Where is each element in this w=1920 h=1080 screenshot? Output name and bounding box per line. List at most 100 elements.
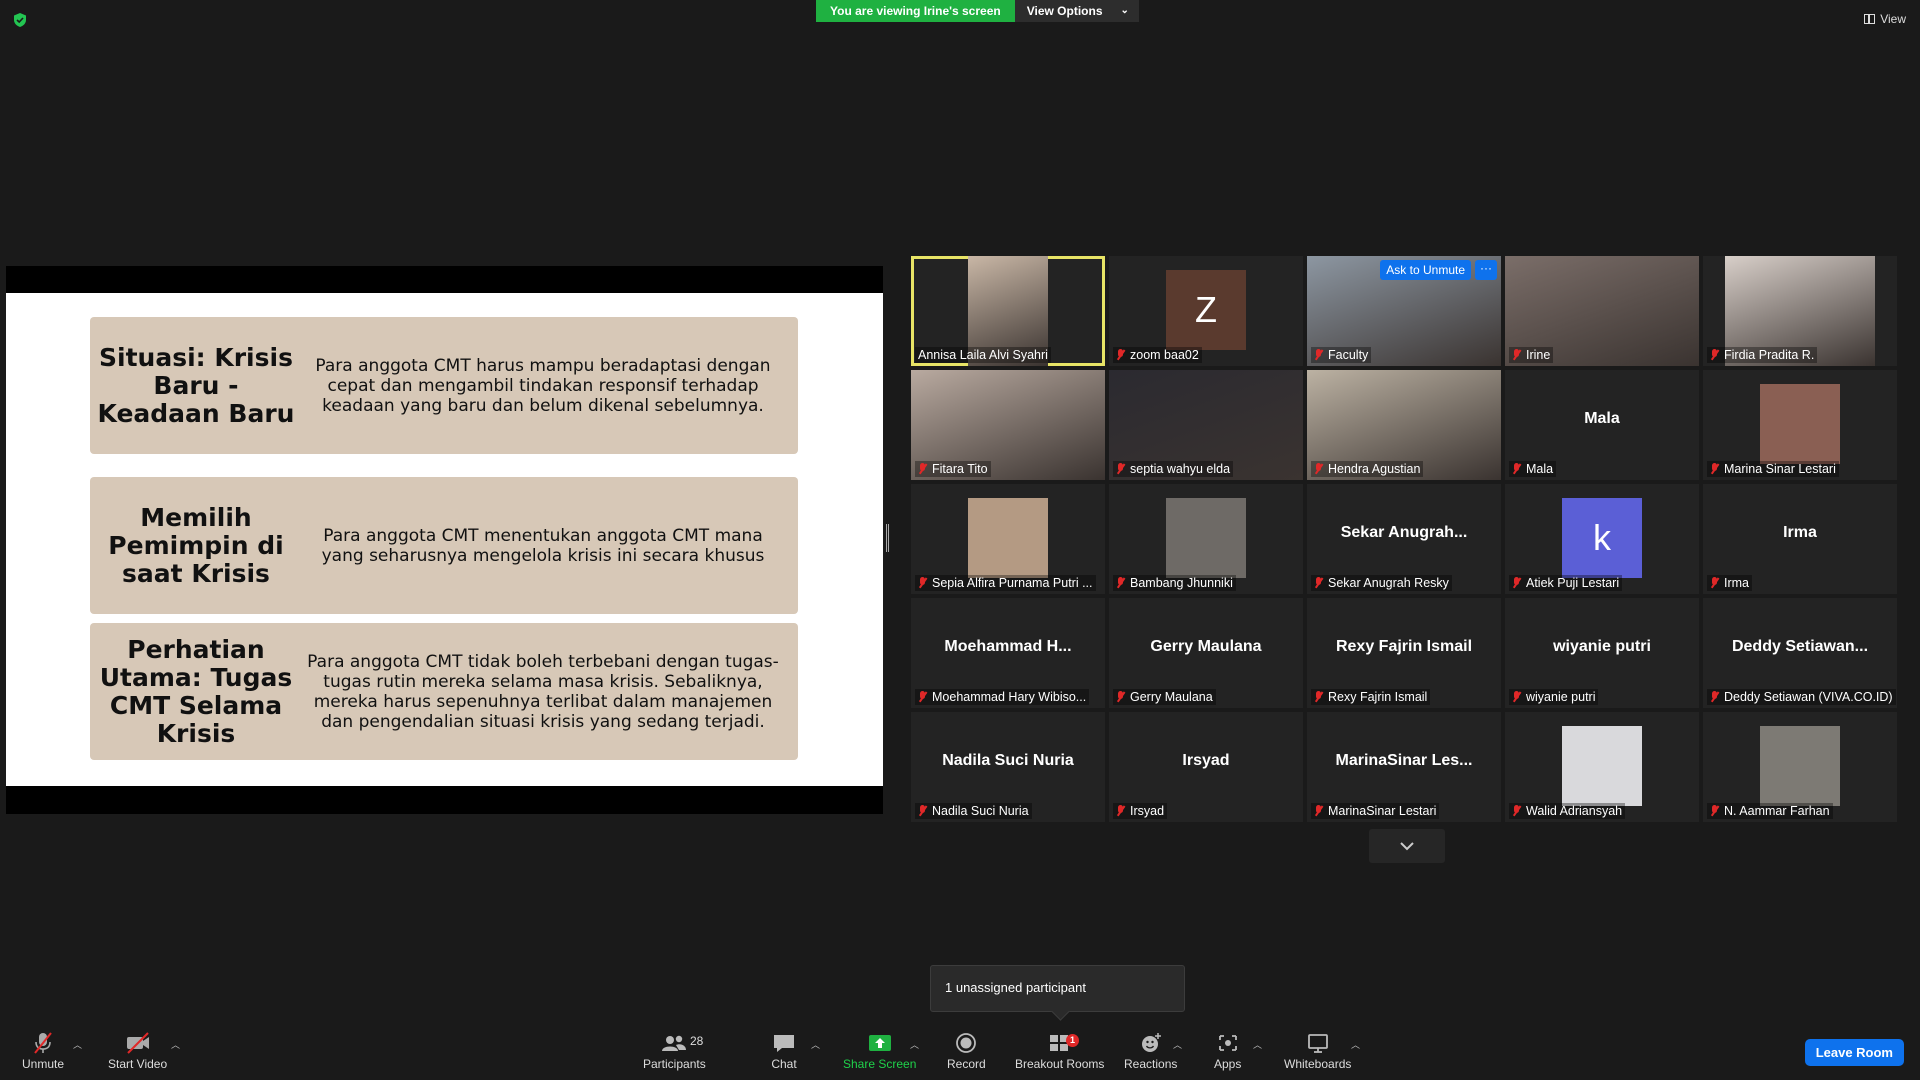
participant-display-name: Rexy Fajrin Ismail xyxy=(1335,638,1473,655)
participant-tile[interactable]: Mala Mala xyxy=(1505,370,1699,480)
participant-name-label: Deddy Setiawan (VIVA.CO.ID) xyxy=(1707,689,1896,705)
participant-name: Firdia Pradita R. xyxy=(1724,348,1815,362)
participant-name: Rexy Fajrin Ismail xyxy=(1328,690,1428,704)
video-camera-off-icon xyxy=(126,1032,149,1054)
gallery-next-page-button[interactable] xyxy=(1369,829,1445,863)
unassigned-participant-tooltip: 1 unassigned participant xyxy=(930,965,1185,1012)
gallery-view-icon xyxy=(1864,14,1876,24)
participant-name: Mala xyxy=(1526,462,1554,476)
view-options-button[interactable]: View Options ⌄ xyxy=(1014,0,1139,22)
participant-name: Sepia Alfira Purnama Putri ... xyxy=(932,576,1093,590)
participant-tile[interactable]: Annisa Laila Alvi Syahri xyxy=(911,256,1105,366)
microphone-muted-icon xyxy=(1710,691,1719,703)
participant-tile[interactable]: Walid Adriansyah xyxy=(1505,712,1699,822)
chevron-down-icon xyxy=(1400,842,1414,851)
participant-tile[interactable]: Gerry Maulana Gerry Maulana xyxy=(1109,598,1303,708)
microphone-muted-icon xyxy=(918,463,927,475)
participant-name: Gerry Maulana xyxy=(1130,690,1213,704)
microphone-muted-icon xyxy=(1116,349,1125,361)
slide-card-situasi: Situasi: Krisis Baru - Keadaan Baru Para… xyxy=(90,317,798,454)
participant-name-label: Gerry Maulana xyxy=(1113,689,1216,705)
participant-name-label: Nadila Suci Nuria xyxy=(915,803,1032,819)
breakout-rooms-label: Breakout Rooms xyxy=(1015,1057,1105,1071)
record-button[interactable]: Record xyxy=(947,1030,986,1071)
participant-name: Walid Adriansyah xyxy=(1526,804,1623,818)
meeting-controls-toolbar: Unmute ︿ Start Video ︿ Participants 28 C… xyxy=(0,1020,1920,1080)
participant-tile[interactable]: Irsyad Irsyad xyxy=(1109,712,1303,822)
apps-button[interactable]: Apps xyxy=(1214,1030,1241,1071)
reactions-button[interactable]: Reactions xyxy=(1124,1030,1177,1071)
chat-bubble-icon xyxy=(774,1035,794,1052)
share-screen-button[interactable]: Share Screen xyxy=(843,1030,916,1071)
participant-tile[interactable]: Fitara Tito xyxy=(911,370,1105,480)
whiteboards-options-caret-icon[interactable]: ︿ xyxy=(1351,1038,1360,1051)
participant-name-label: Bambang Jhunniki xyxy=(1113,575,1236,591)
ask-to-unmute-button[interactable]: Ask to Unmute xyxy=(1380,260,1471,280)
participant-name: septia wahyu elda xyxy=(1130,462,1231,476)
participant-name: Annisa Laila Alvi Syahri xyxy=(918,348,1048,362)
microphone-muted-icon xyxy=(1314,577,1323,589)
breakout-rooms-button[interactable]: Breakout Rooms xyxy=(1015,1030,1104,1071)
microphone-muted-icon xyxy=(34,1032,52,1054)
card-body: Para anggota CMT menentukan anggota CMT … xyxy=(321,525,765,566)
leave-room-button[interactable]: Leave Room xyxy=(1804,1039,1904,1066)
participant-name-label: Hendra Agustian xyxy=(1311,461,1424,477)
chat-button[interactable]: Chat xyxy=(771,1030,797,1071)
participant-display-name: Sekar Anugrah... xyxy=(1340,524,1468,541)
chat-options-caret-icon[interactable]: ︿ xyxy=(811,1038,820,1051)
participant-name: Faculty xyxy=(1328,348,1369,362)
microphone-muted-icon xyxy=(1710,349,1719,361)
more-options-button[interactable]: ··· xyxy=(1475,260,1497,280)
reactions-options-caret-icon[interactable]: ︿ xyxy=(1173,1038,1182,1051)
participant-tile[interactable]: Faculty Ask to Unmute ··· xyxy=(1307,256,1501,366)
participant-tile[interactable]: Sepia Alfira Purnama Putri ... xyxy=(911,484,1105,594)
participant-avatar: Z xyxy=(1166,270,1246,350)
participant-tile[interactable]: k Atiek Puji Lestari xyxy=(1505,484,1699,594)
participant-tile[interactable]: MarinaSinar Les... MarinaSinar Lestari xyxy=(1307,712,1501,822)
participant-tile[interactable]: Moehammad H... Moehammad Hary Wibiso... xyxy=(911,598,1105,708)
start-video-button[interactable]: Start Video xyxy=(108,1030,167,1071)
participant-name-label: Walid Adriansyah xyxy=(1509,803,1626,819)
participant-tile[interactable]: N. Aammar Farhan xyxy=(1703,712,1897,822)
view-button[interactable]: View xyxy=(1864,12,1906,26)
participant-display-name: Irsyad xyxy=(1182,752,1230,769)
participant-tile[interactable]: septia wahyu elda xyxy=(1109,370,1303,480)
split-view-divider-handle[interactable] xyxy=(886,524,889,552)
participant-name: Irine xyxy=(1526,348,1551,362)
whiteboard-icon xyxy=(1307,1034,1328,1053)
video-options-caret-icon[interactable]: ︿ xyxy=(171,1038,180,1051)
participant-tile[interactable]: Rexy Fajrin Ismail Rexy Fajrin Ismail xyxy=(1307,598,1501,708)
unmute-button[interactable]: Unmute xyxy=(22,1030,64,1071)
security-shield-icon[interactable] xyxy=(12,12,28,28)
participant-tile[interactable]: Sekar Anugrah... Sekar Anugrah Resky xyxy=(1307,484,1501,594)
participant-tile[interactable]: Zzoom baa02 xyxy=(1109,256,1303,366)
microphone-muted-icon xyxy=(1710,805,1719,817)
participant-tile[interactable]: Firdia Pradita R. xyxy=(1703,256,1897,366)
apps-options-caret-icon[interactable]: ︿ xyxy=(1253,1038,1262,1051)
participant-tile[interactable]: Marina Sinar Lestari xyxy=(1703,370,1897,480)
participant-tile[interactable]: Irine xyxy=(1505,256,1699,366)
participant-name-label: MarinaSinar Lestari xyxy=(1311,803,1440,819)
presentation-slide: Situasi: Krisis Baru - Keadaan Baru Para… xyxy=(6,293,883,786)
participant-tile[interactable]: Irma Irma xyxy=(1703,484,1897,594)
start-video-label: Start Video xyxy=(108,1057,168,1071)
participant-tile[interactable]: wiyanie putri wiyanie putri xyxy=(1505,598,1699,708)
record-icon xyxy=(956,1033,977,1053)
participant-display-name: Mala xyxy=(1584,410,1620,427)
participant-name: MarinaSinar Lestari xyxy=(1328,804,1437,818)
participant-tile[interactable]: Hendra Agustian xyxy=(1307,370,1501,480)
participant-name-label: Moehammad Hary Wibiso... xyxy=(915,689,1090,705)
participant-display-name: Deddy Setiawan... xyxy=(1731,638,1869,655)
microphone-muted-icon xyxy=(1710,577,1719,589)
participant-tile[interactable]: Bambang Jhunniki xyxy=(1109,484,1303,594)
participant-display-name: Gerry Maulana xyxy=(1150,638,1262,655)
participant-tile[interactable]: Nadila Suci Nuria Nadila Suci Nuria xyxy=(911,712,1105,822)
audio-options-caret-icon[interactable]: ︿ xyxy=(73,1038,82,1051)
share-options-caret-icon[interactable]: ︿ xyxy=(910,1038,919,1051)
participant-profile-photo xyxy=(1760,726,1840,806)
microphone-muted-icon xyxy=(1116,577,1125,589)
slide-card-pemimpin: Memilih Pemimpin di saat Krisis Para ang… xyxy=(90,477,798,614)
participant-tile[interactable]: Deddy Setiawan... Deddy Setiawan (VIVA.CO… xyxy=(1703,598,1897,708)
whiteboards-button[interactable]: Whiteboards xyxy=(1284,1030,1351,1071)
participant-name: Moehammad Hary Wibiso... xyxy=(932,690,1087,704)
